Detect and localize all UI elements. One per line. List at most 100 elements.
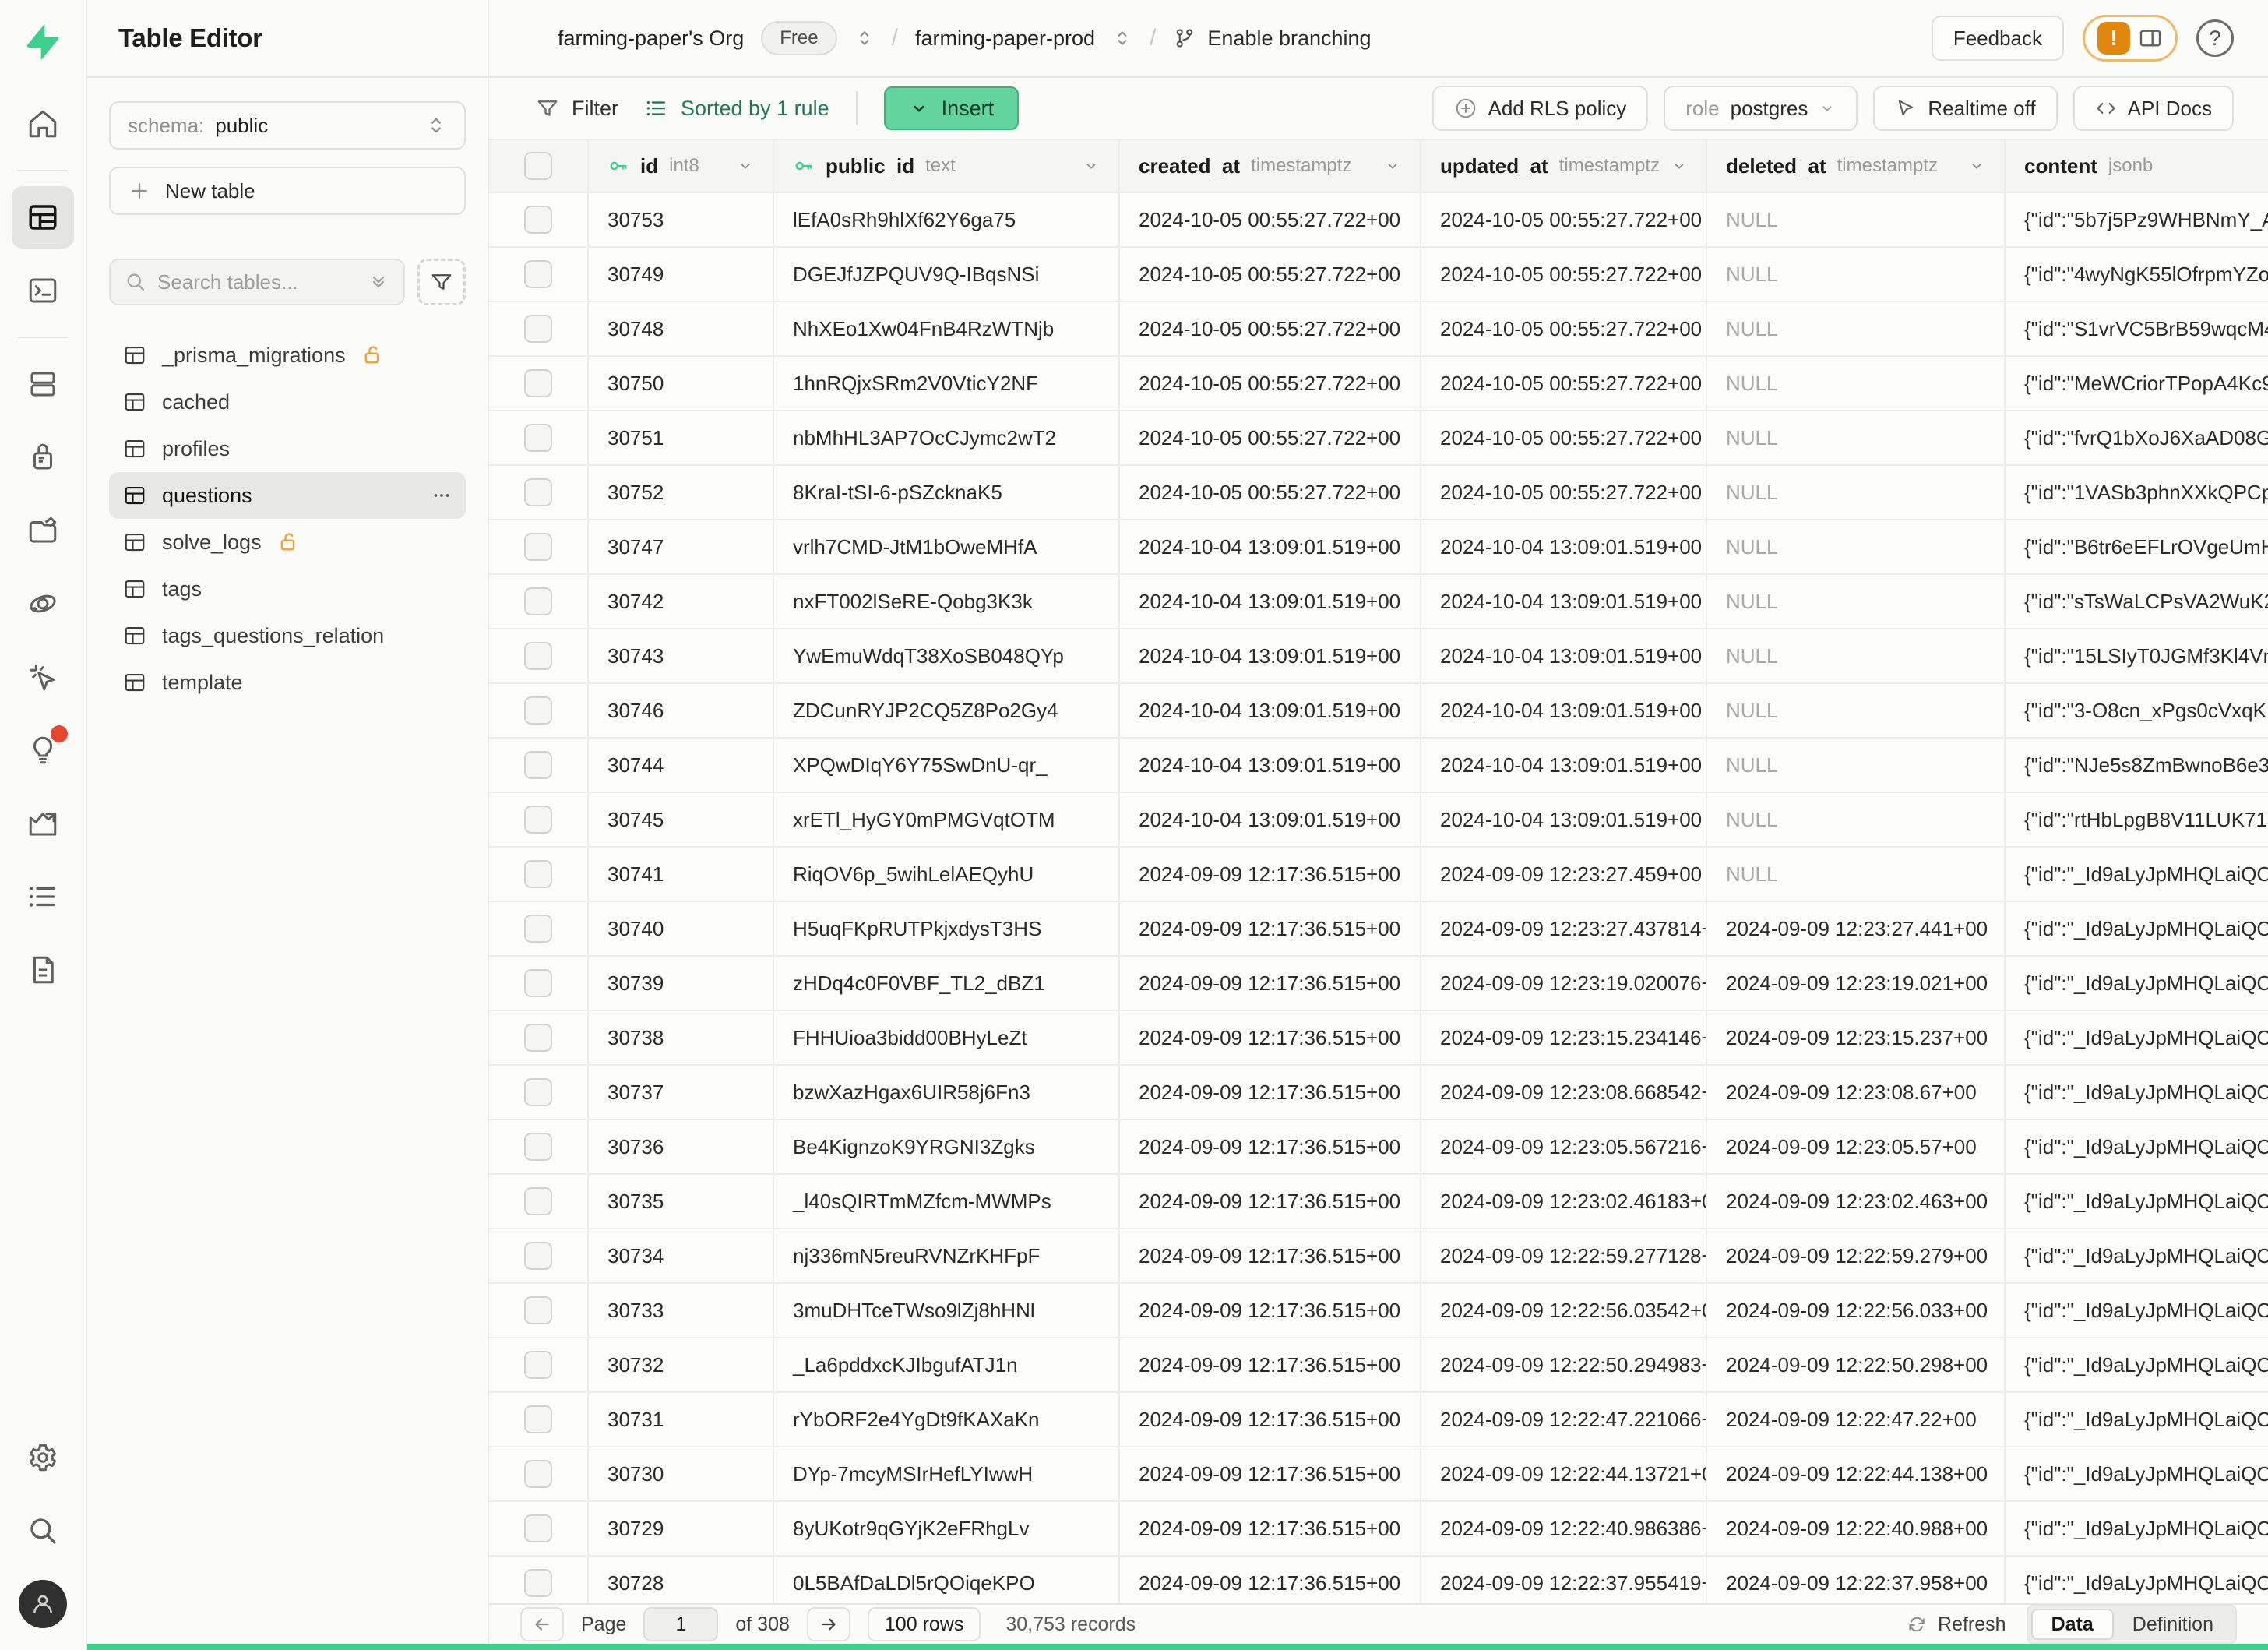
cell-updated_at[interactable]: 2024-10-05 00:55:27.722+00 [1421, 411, 1707, 464]
row-checkbox[interactable] [524, 751, 552, 779]
cell-created_at[interactable]: 2024-10-05 00:55:27.722+00 [1120, 248, 1421, 301]
cell-public_id[interactable]: nxFT002lSeRE-Qobg3K3k [774, 575, 1120, 628]
cell-deleted_at[interactable]: 2024-09-09 12:22:40.988+00 [1707, 1502, 2006, 1555]
cell-updated_at[interactable]: 2024-10-04 13:09:01.519+00 [1421, 629, 1707, 682]
cell-public_id[interactable]: nj336mN5reuRVNZrKHFpF [774, 1229, 1120, 1282]
cell-deleted_at[interactable]: NULL [1707, 466, 2006, 519]
cell-created_at[interactable]: 2024-10-05 00:55:27.722+00 [1120, 193, 1421, 246]
cell-deleted_at[interactable]: NULL [1707, 575, 2006, 628]
cell-updated_at[interactable]: 2024-09-09 12:22:37.955419+00 [1421, 1557, 1707, 1603]
cell-content[interactable]: {"id":"15LSIyT0JGMf3Kl4Vn [2006, 629, 2268, 682]
sidebar-table-item[interactable]: solve_logs [109, 519, 466, 566]
cell-created_at[interactable]: 2024-10-04 13:09:01.519+00 [1120, 739, 1421, 792]
cell-updated_at[interactable]: 2024-09-09 12:22:56.03542+00 [1421, 1284, 1707, 1337]
cell-deleted_at[interactable]: 2024-09-09 12:22:50.298+00 [1707, 1338, 2006, 1391]
filter-button[interactable]: Filter [536, 97, 618, 121]
cell-created_at[interactable]: 2024-10-04 13:09:01.519+00 [1120, 575, 1421, 628]
cell-public_id[interactable]: vrlh7CMD-JtM1bOweMHfA [774, 520, 1120, 573]
row-checkbox[interactable] [524, 260, 552, 288]
enable-branching-button[interactable]: Enable branching [1173, 26, 1371, 51]
cell-public_id[interactable]: _La6pddxcKJIbgufATJ1n [774, 1338, 1120, 1391]
column-menu-chevron-icon[interactable] [1968, 157, 1985, 175]
cell-content[interactable]: {"id":"3-O8cn_xPgs0cVxqKB [2006, 684, 2268, 737]
cell-content[interactable]: {"id":"NJe5s8ZmBwnoB6e3 [2006, 739, 2268, 792]
cell-deleted_at[interactable]: NULL [1707, 302, 2006, 355]
cell-content[interactable]: {"id":"fvrQ1bXoJ6XaAD08G [2006, 411, 2268, 464]
cell-updated_at[interactable]: 2024-09-09 12:22:47.221066+00 [1421, 1393, 1707, 1446]
nav-settings[interactable] [12, 1426, 74, 1489]
cell-deleted_at[interactable]: NULL [1707, 411, 2006, 464]
cell-content[interactable]: {"id":"rtHbLpgB8V11LUK7152 [2006, 793, 2268, 846]
cell-deleted_at[interactable]: 2024-09-09 12:23:27.441+00 [1707, 902, 2006, 955]
cell-public_id[interactable]: YwEmuWdqT38XoSB048QYp [774, 629, 1120, 682]
cell-id[interactable]: 30747 [589, 520, 774, 573]
cell-deleted_at[interactable]: 2024-09-09 12:22:37.958+00 [1707, 1557, 2006, 1603]
nav-reports[interactable] [12, 792, 74, 855]
cell-created_at[interactable]: 2024-09-09 12:17:36.515+00 [1120, 957, 1421, 1010]
cell-updated_at[interactable]: 2024-10-04 13:09:01.519+00 [1421, 520, 1707, 573]
cell-deleted_at[interactable]: NULL [1707, 684, 2006, 737]
nav-api-docs[interactable] [12, 939, 74, 1001]
cell-deleted_at[interactable]: NULL [1707, 248, 2006, 301]
cell-updated_at[interactable]: 2024-10-05 00:55:27.722+00 [1421, 357, 1707, 410]
cell-updated_at[interactable]: 2024-10-05 00:55:27.722+00 [1421, 302, 1707, 355]
cell-id[interactable]: 30729 [589, 1502, 774, 1555]
plan-badge[interactable]: Free [761, 21, 836, 55]
help-button[interactable]: ? [2196, 19, 2234, 57]
next-page-button[interactable] [807, 1607, 850, 1641]
sidebar-table-item[interactable]: _prisma_migrations [109, 332, 466, 379]
column-header-created_at[interactable]: created_attimestamptz [1120, 140, 1421, 192]
refresh-button[interactable]: Refresh [1907, 1613, 2006, 1636]
nav-sql-editor[interactable] [12, 259, 74, 322]
cell-updated_at[interactable]: 2024-10-04 13:09:01.519+00 [1421, 793, 1707, 846]
cell-updated_at[interactable]: 2024-09-09 12:23:27.437814+00 [1421, 902, 1707, 955]
api-docs-button[interactable]: API Docs [2073, 86, 2234, 131]
cell-created_at[interactable]: 2024-10-04 13:09:01.519+00 [1120, 793, 1421, 846]
cell-id[interactable]: 30734 [589, 1229, 774, 1282]
cell-id[interactable]: 30735 [589, 1175, 774, 1228]
cell-public_id[interactable]: _l40sQIRTmMZfcm-MWMPs [774, 1175, 1120, 1228]
cell-id[interactable]: 30753 [589, 193, 774, 246]
cell-updated_at[interactable]: 2024-10-05 00:55:27.722+00 [1421, 466, 1707, 519]
cell-id[interactable]: 30745 [589, 793, 774, 846]
cell-content[interactable]: {"id":"_Id9aLyJpMHQLaiQC [2006, 848, 2268, 901]
chevron-updown-icon[interactable] [1112, 28, 1132, 48]
nav-search[interactable] [12, 1500, 74, 1562]
row-checkbox[interactable] [524, 806, 552, 834]
cell-content[interactable]: {"id":"_Id9aLyJpMHQLaiQC [2006, 1175, 2268, 1228]
cell-deleted_at[interactable]: NULL [1707, 357, 2006, 410]
cell-updated_at[interactable]: 2024-09-09 12:22:44.13721+00 [1421, 1447, 1707, 1500]
cell-public_id[interactable]: lEfA0sRh9hlXf62Y6ga75 [774, 193, 1120, 246]
cell-content[interactable]: {"id":"_Id9aLyJpMHQLaiQC [2006, 957, 2268, 1010]
column-menu-chevron-icon[interactable] [1083, 157, 1100, 175]
cell-public_id[interactable]: xrETl_HyGY0mPMGVqtOTM [774, 793, 1120, 846]
cell-public_id[interactable]: Be4KignzoK9YRGNI3Zgks [774, 1120, 1120, 1173]
cell-content[interactable]: {"id":"_Id9aLyJpMHQLaiQC [2006, 1284, 2268, 1337]
column-header-public_id[interactable]: public_idtext [774, 140, 1120, 192]
cell-updated_at[interactable]: 2024-09-09 12:23:19.020076+00 [1421, 957, 1707, 1010]
cell-created_at[interactable]: 2024-09-09 12:17:36.515+00 [1120, 1175, 1421, 1228]
table-more-button[interactable] [431, 485, 452, 506]
cell-public_id[interactable]: nbMhHL3AP7OcCJymc2wT2 [774, 411, 1120, 464]
cell-deleted_at[interactable]: NULL [1707, 848, 2006, 901]
cell-updated_at[interactable]: 2024-10-04 13:09:01.519+00 [1421, 684, 1707, 737]
cell-updated_at[interactable]: 2024-09-09 12:23:05.567216+00 [1421, 1120, 1707, 1173]
cell-public_id[interactable]: rYbORF2e4YgDt9fKAXaKn [774, 1393, 1120, 1446]
tab-data[interactable]: Data [2031, 1609, 2114, 1640]
cell-deleted_at[interactable]: 2024-09-09 12:22:59.279+00 [1707, 1229, 2006, 1282]
row-checkbox[interactable] [524, 642, 552, 670]
cell-deleted_at[interactable]: NULL [1707, 629, 2006, 682]
cell-content[interactable]: {"id":"_Id9aLyJpMHQLaiQC [2006, 1120, 2268, 1173]
chevrons-down-icon[interactable] [368, 271, 389, 293]
cell-created_at[interactable]: 2024-10-05 00:55:27.722+00 [1120, 302, 1421, 355]
cell-id[interactable]: 30737 [589, 1066, 774, 1119]
cell-updated_at[interactable]: 2024-10-05 00:55:27.722+00 [1421, 248, 1707, 301]
nav-realtime[interactable] [12, 646, 74, 708]
breadcrumb-org[interactable]: farming-paper's Org [558, 26, 744, 51]
cell-deleted_at[interactable]: 2024-09-09 12:22:56.033+00 [1707, 1284, 2006, 1337]
cell-deleted_at[interactable]: 2024-09-09 12:23:02.463+00 [1707, 1175, 2006, 1228]
cell-public_id[interactable]: 1hnRQjxSRm2V0VticY2NF [774, 357, 1120, 410]
row-checkbox[interactable] [524, 915, 552, 943]
cell-deleted_at[interactable]: 2024-09-09 12:23:15.237+00 [1707, 1011, 2006, 1064]
cell-deleted_at[interactable]: NULL [1707, 793, 2006, 846]
